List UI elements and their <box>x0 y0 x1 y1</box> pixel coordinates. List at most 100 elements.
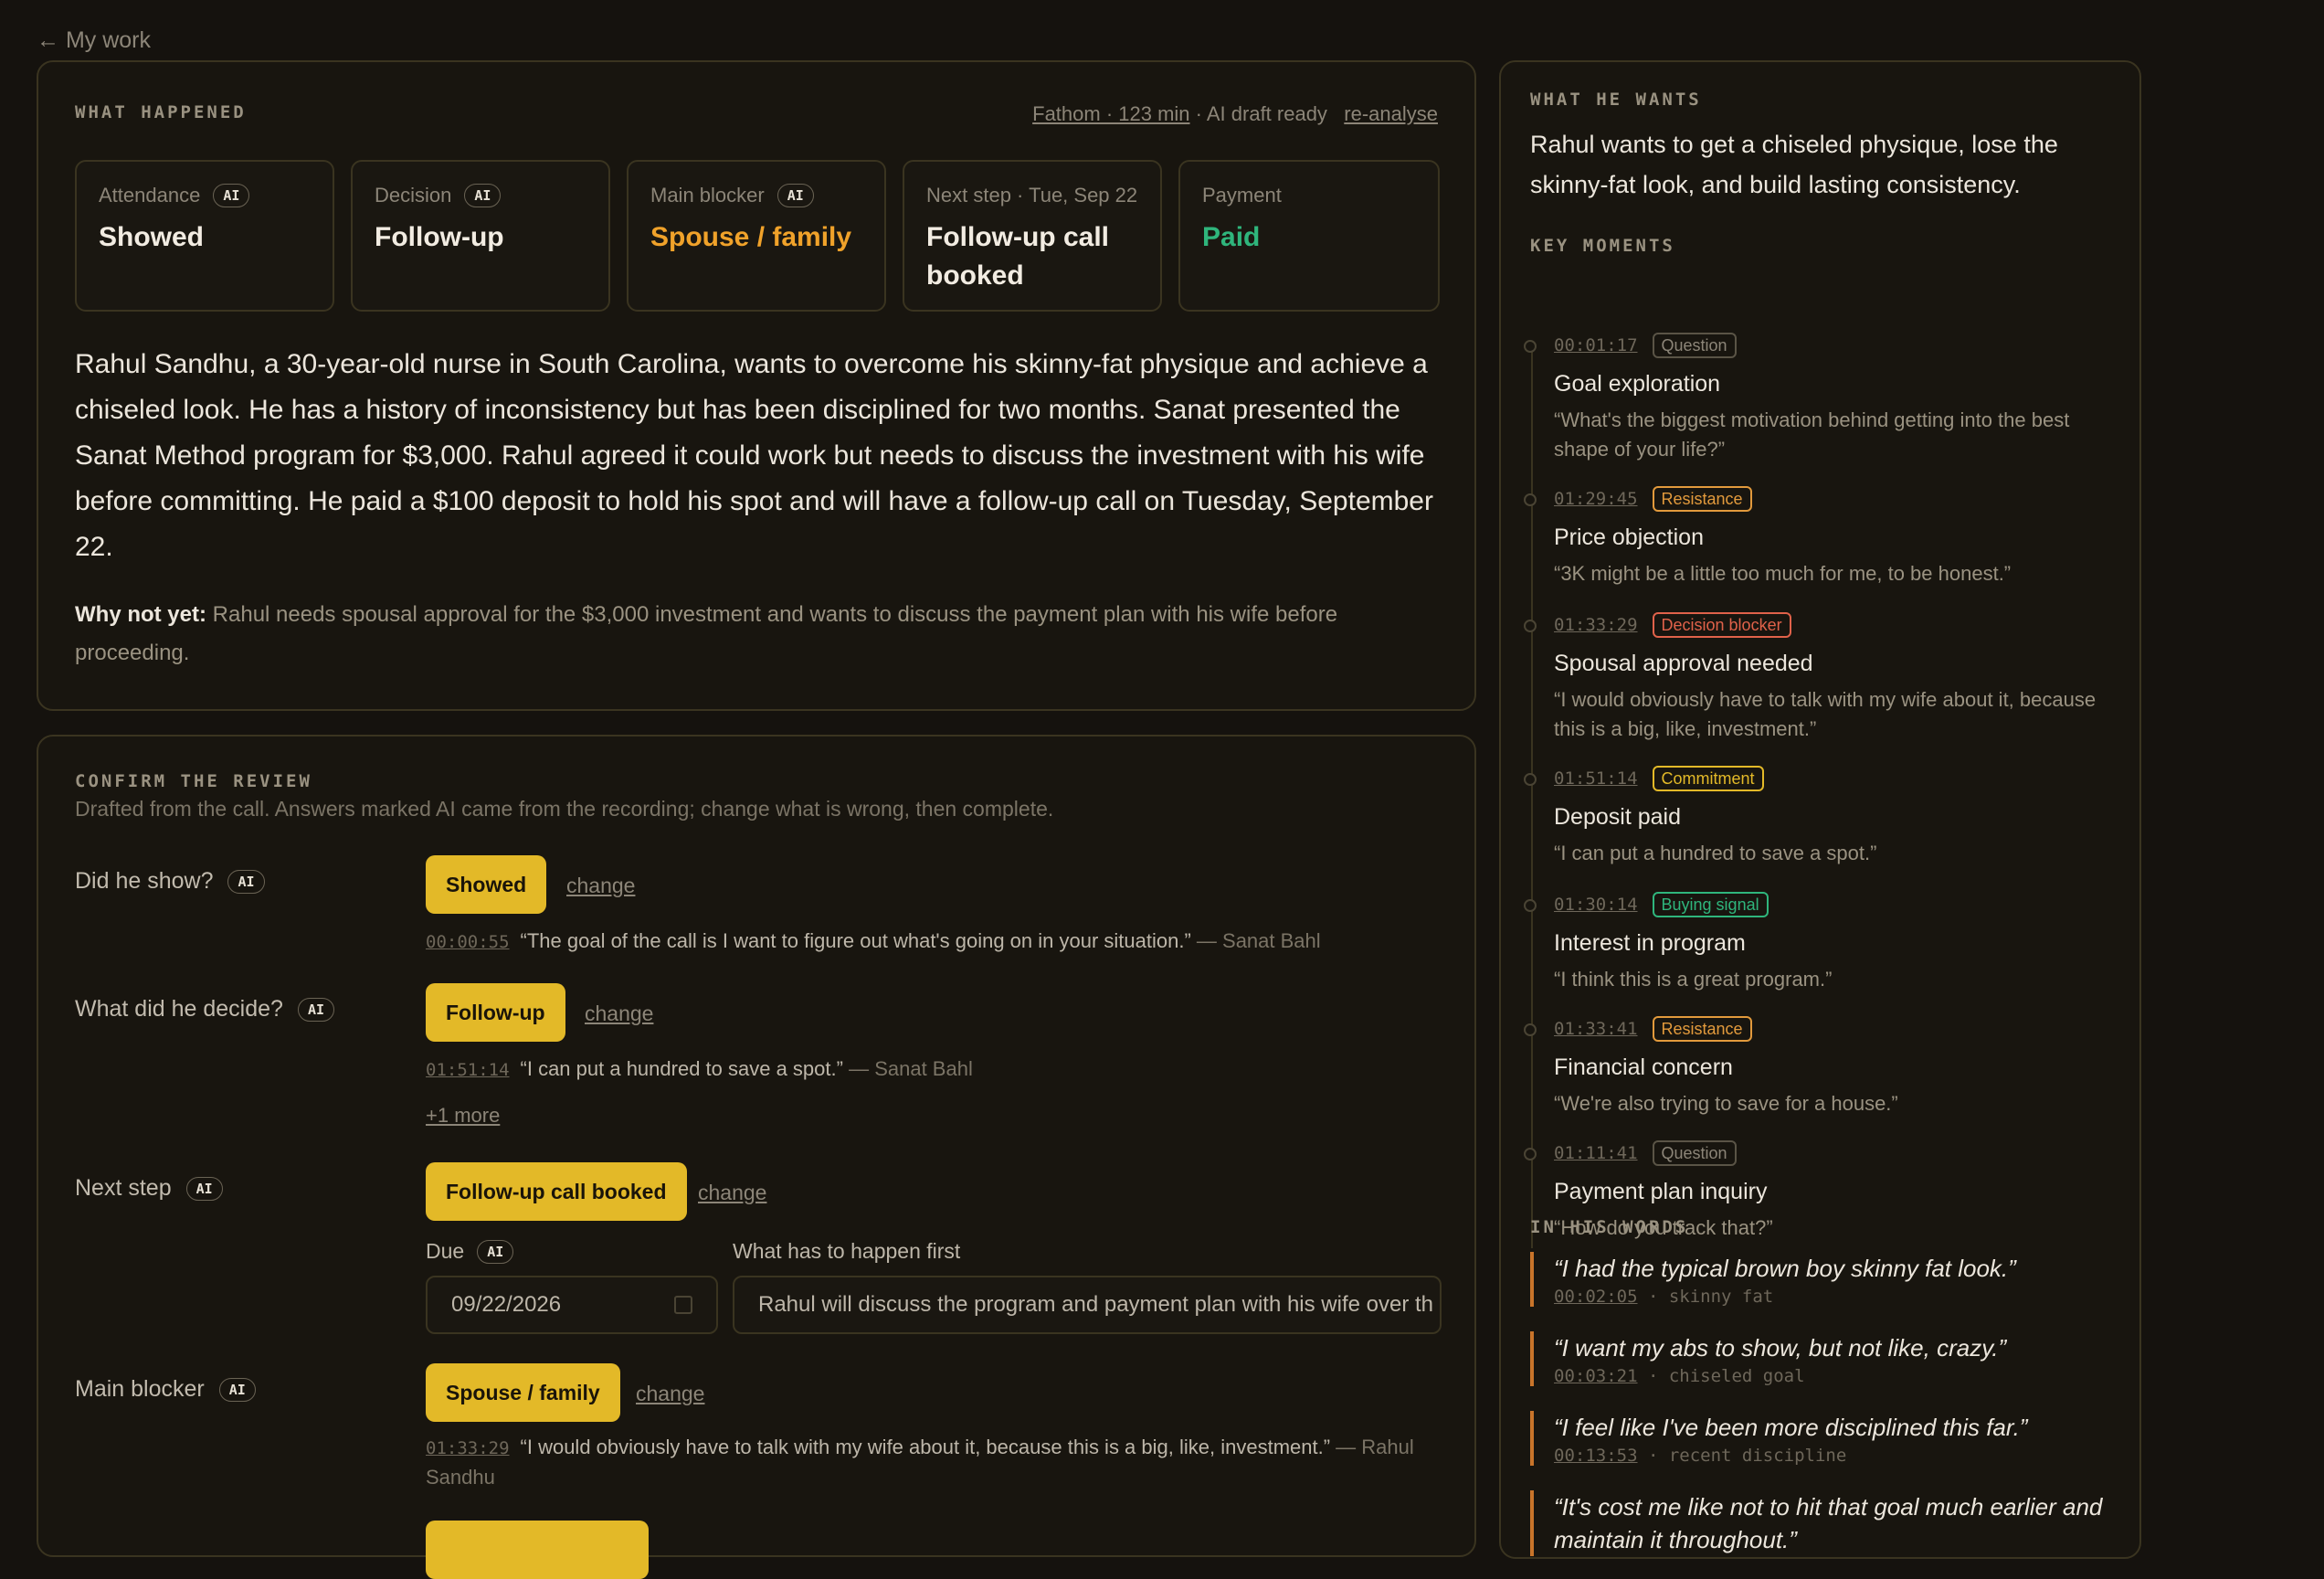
quote-timestamp[interactable]: 00:00:55 <box>426 932 510 952</box>
question-label: What did he decide? <box>75 996 283 1022</box>
moment-tag: Resistance <box>1652 1016 1752 1042</box>
moment-title: Interest in program <box>1554 930 1746 956</box>
change-attendance-link[interactable]: change <box>566 874 635 898</box>
moment-quote: “3K might be a little too much for me, t… <box>1554 562 2012 585</box>
due-date-value: 09/22/2026 <box>451 1292 562 1317</box>
quote-text: “I can put a hundred to save a spot.” <box>520 1057 843 1080</box>
stat-value: Paid <box>1202 222 1261 252</box>
his-words-text: “I had the typical brown boy skinny fat … <box>1554 1255 2016 1282</box>
timeline-dot <box>1524 1148 1537 1160</box>
moment-timestamp[interactable]: 01:29:45 <box>1554 489 1638 509</box>
answer-follow-up-button[interactable]: Follow-up <box>426 983 565 1042</box>
section-label-what-he-wants: WHAT HE WANTS <box>1530 90 1702 110</box>
moment-timestamp[interactable]: 01:33:29 <box>1554 615 1638 635</box>
due-label-text: Due <box>426 1239 465 1263</box>
confirm-review-card: CONFIRM THE REVIEW Drafted from the call… <box>37 735 1476 1579</box>
his-words-topic: · skinny fat <box>1637 1287 1774 1307</box>
answer-follow-up-call-booked-button[interactable]: Follow-up call booked <box>426 1162 687 1221</box>
timeline-dot <box>1524 899 1537 912</box>
what-first-input[interactable]: Rahul will discuss the program and payme… <box>733 1276 1442 1334</box>
moment-quote: “I think this is a great program.” <box>1554 968 1833 991</box>
moment-tag: Buying signal <box>1652 892 1769 917</box>
ai-badge: AI <box>185 1176 223 1201</box>
his-words-timestamp[interactable]: 00:02:05 <box>1554 1287 1638 1307</box>
question-did-he-show: Did he show? AI <box>75 868 265 895</box>
section-label-in-his-words: IN HIS WORDS <box>1530 1217 1689 1237</box>
section-label-confirm: CONFIRM THE REVIEW <box>75 771 312 791</box>
stat-card-main-blocker: Main blocker AI Spouse / family <box>627 160 886 312</box>
stat-card-next-step: Next step · Tue, Sep 22 Follow-up call b… <box>903 160 1162 312</box>
his-words-topic: · chiseled goal <box>1637 1366 1805 1386</box>
what-he-wants-card: WHAT HE WANTS Rahul wants to get a chise… <box>1499 60 2141 1559</box>
quote-timestamp[interactable]: 01:33:29 <box>426 1438 510 1458</box>
calendar-icon[interactable] <box>674 1296 692 1314</box>
moment-title: Spousal approval needed <box>1554 651 1813 676</box>
stat-label: Payment <box>1202 184 1282 207</box>
ai-badge: AI <box>297 997 334 1022</box>
moment-quote: “I can put a hundred to save a spot.” <box>1554 842 1877 864</box>
ai-badge: AI <box>227 869 265 894</box>
question-label: Next step <box>75 1175 172 1201</box>
timeline-line <box>1531 344 1533 1248</box>
show-more-evidence-link[interactable]: +1 more <box>426 1104 500 1128</box>
stat-value: Showed <box>99 222 205 252</box>
moment-timestamp[interactable]: 01:33:41 <box>1554 1019 1638 1039</box>
due-date-input[interactable]: 09/22/2026 <box>426 1276 718 1334</box>
stat-value: Spouse / family <box>650 222 852 252</box>
answer-spouse-family-button[interactable]: Spouse / family <box>426 1363 620 1422</box>
stat-card-attendance: Attendance AI Showed <box>75 160 334 312</box>
moment-timestamp[interactable]: 00:01:17 <box>1554 335 1638 355</box>
next-answer-button[interactable] <box>426 1521 649 1579</box>
change-next-step-link[interactable]: change <box>698 1181 766 1205</box>
moment-timestamp[interactable]: 01:30:14 <box>1554 895 1638 915</box>
his-words-text: “I feel like I've been more disciplined … <box>1554 1414 2028 1441</box>
moment-timestamp[interactable]: 01:11:41 <box>1554 1143 1638 1163</box>
timeline-dot <box>1524 773 1537 786</box>
stat-label: Decision <box>375 184 452 207</box>
his-words-timestamp[interactable]: 00:03:21 <box>1554 1366 1638 1386</box>
his-words-timestamp[interactable]: 00:13:53 <box>1554 1446 1638 1466</box>
stat-label: Next step · Tue, Sep 22 <box>926 184 1138 207</box>
question-what-did-he-decide: What did he decide? AI <box>75 996 334 1023</box>
ai-draft-status: · AI draft ready <box>1189 102 1327 125</box>
moment-timestamp[interactable]: 01:51:14 <box>1554 768 1638 789</box>
timeline-dot <box>1524 620 1537 632</box>
timeline-dot <box>1524 493 1537 506</box>
why-not-yet-label: Why not yet: <box>75 602 206 627</box>
why-not-yet: Why not yet: Rahul needs spousal approva… <box>75 596 1445 673</box>
timeline-dot <box>1524 340 1537 353</box>
evidence-quote: 01:51:14 “I can put a hundred to save a s… <box>426 1054 1431 1085</box>
confirm-subtitle: Drafted from the call. Answers marked AI… <box>75 797 1054 821</box>
fathom-source-link[interactable]: Fathom · 123 min <box>1032 102 1189 125</box>
quote-speaker: — Sanat Bahl <box>842 1057 973 1080</box>
stat-card-payment: Payment Paid <box>1178 160 1440 312</box>
what-he-wants-text: Rahul wants to get a chiseled physique, … <box>1530 131 2058 198</box>
ai-badge: AI <box>464 184 502 207</box>
moment-title: Price objection <box>1554 525 1704 550</box>
question-label: Main blocker <box>75 1376 205 1402</box>
his-words-text: “I want my abs to show, but not like, cr… <box>1554 1334 2007 1362</box>
stat-value: Follow-up call booked <box>926 222 1109 291</box>
his-words-quote: “I want my abs to show, but not like, cr… <box>1530 1331 2115 1386</box>
moment-tag: Question <box>1652 1140 1737 1166</box>
due-label: Due AI <box>426 1239 514 1264</box>
quote-timestamp[interactable]: 01:51:14 <box>426 1060 510 1080</box>
answer-showed-button[interactable]: Showed <box>426 855 547 914</box>
evidence-quote: 00:00:55 “The goal of the call is I want … <box>426 927 1431 957</box>
change-main-blocker-link[interactable]: change <box>636 1382 704 1406</box>
moment-title: Deposit paid <box>1554 804 1681 830</box>
stat-label: Attendance <box>99 184 201 207</box>
section-label-what-happened: WHAT HAPPENED <box>75 102 247 122</box>
moment-tag: Resistance <box>1652 486 1752 512</box>
call-summary: Rahul Sandhu, a 30-year-old nurse in Sou… <box>75 349 1433 562</box>
why-not-yet-text: Rahul needs spousal approval for the $3,… <box>75 602 1338 665</box>
call-meta: Fathom · 123 min · AI draft ready re-ana… <box>1032 102 1438 126</box>
back-link-my-work[interactable]: ← My work <box>37 27 151 54</box>
evidence-quote: 01:33:29 “I would obviously have to talk … <box>426 1433 1431 1492</box>
reanalyse-link[interactable]: re-analyse <box>1344 102 1438 125</box>
moment-tag: Commitment <box>1652 766 1764 791</box>
change-decision-link[interactable]: change <box>585 1001 653 1026</box>
question-main-blocker: Main blocker AI <box>75 1376 256 1403</box>
what-first-value: Rahul will discuss the program and payme… <box>758 1292 1434 1317</box>
moment-title: Financial concern <box>1554 1054 1733 1080</box>
